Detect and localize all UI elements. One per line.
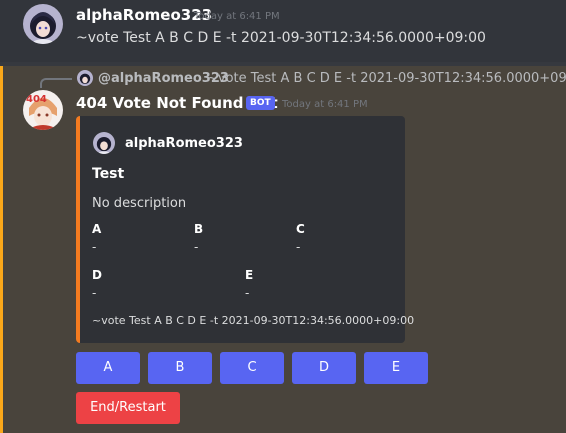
reply-spine — [40, 78, 72, 88]
embed-author: alphaRomeo323 — [125, 136, 243, 151]
embed-author-avatar-icon — [93, 132, 115, 154]
mention-highlight-bar — [0, 66, 3, 433]
embed-field-name-b: B — [194, 222, 204, 236]
user-message-author[interactable]: alphaRomeo323 — [76, 6, 212, 24]
embed-description: No description — [92, 196, 187, 211]
embed-title: Test — [92, 166, 125, 182]
bot-message: @alphaRomeo323 ~vote Test A B C D E -t 2… — [0, 66, 566, 433]
vote-button-d[interactable]: D — [292, 352, 356, 384]
embed-field-name-d: D — [92, 268, 102, 282]
bot-avatar-icon[interactable]: 404 — [23, 90, 63, 130]
embed-field-name-e: E — [245, 268, 254, 282]
bot-message-timestamp: Today at 6:41 PM — [282, 99, 368, 110]
chat-view: alphaRomeo323 Today at 6:41 PM ~vote Tes… — [0, 0, 566, 433]
embed-field-value-e: - — [245, 286, 250, 300]
end-restart-button[interactable]: End/Restart — [76, 392, 180, 424]
embed-field-name-c: C — [296, 222, 305, 236]
embed-field-value-b: - — [194, 240, 199, 254]
bot-badge: BOT — [246, 96, 275, 110]
vote-button-b[interactable]: B — [148, 352, 212, 384]
reply-content[interactable]: ~vote Test A B C D E -t 2021-09-30T12:34… — [207, 71, 566, 86]
embed-field-value-c: - — [296, 240, 301, 254]
svg-text:404: 404 — [26, 94, 47, 105]
vote-button-a[interactable]: A — [76, 352, 140, 384]
embed-field-value-a: - — [92, 240, 97, 254]
user-message: alphaRomeo323 Today at 6:41 PM ~vote Tes… — [0, 0, 566, 62]
user-message-timestamp: Today at 6:41 PM — [194, 11, 280, 22]
embed-field-name-a: A — [92, 222, 102, 236]
embed-field-value-d: - — [92, 286, 97, 300]
vote-button-c[interactable]: C — [220, 352, 284, 384]
embed-footer: ~vote Test A B C D E -t 2021-09-30T12:34… — [92, 314, 415, 327]
user-message-content: ~vote Test A B C D E -t 2021-09-30T12:34… — [76, 30, 486, 46]
reply-avatar-icon[interactable] — [77, 70, 93, 86]
vote-embed: alphaRomeo323 Test No description A - B … — [76, 116, 414, 343]
user-avatar-icon[interactable] — [23, 4, 63, 44]
vote-button-e[interactable]: E — [364, 352, 428, 384]
